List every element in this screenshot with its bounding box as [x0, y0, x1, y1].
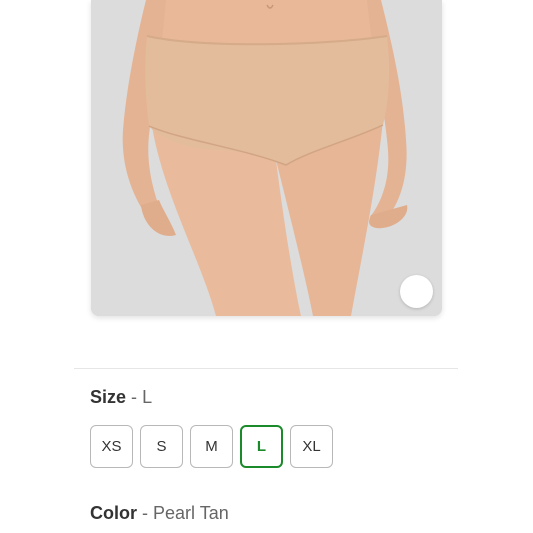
- product-photo-illustration: [91, 0, 442, 316]
- size-option-s[interactable]: S: [140, 425, 183, 468]
- size-option-m[interactable]: M: [190, 425, 233, 468]
- size-option-l[interactable]: L: [240, 425, 283, 468]
- product-image[interactable]: [91, 0, 442, 316]
- size-separator: -: [131, 387, 138, 407]
- color-separator: -: [142, 503, 149, 523]
- color-heading: Color - Pearl Tan: [90, 502, 229, 524]
- selected-color-value: Pearl Tan: [153, 503, 229, 523]
- section-divider: [74, 368, 458, 369]
- image-view-button[interactable]: [400, 275, 433, 308]
- color-label: Color: [90, 503, 137, 523]
- size-heading: Size - L: [90, 386, 152, 408]
- product-detail-page: Size - L XS S M L XL Color - Pearl Tan: [0, 0, 533, 533]
- size-label: Size: [90, 387, 127, 407]
- size-options: XS S M L XL: [90, 425, 333, 468]
- size-option-xs[interactable]: XS: [90, 425, 133, 468]
- selected-size-value: L: [142, 387, 153, 407]
- size-option-xl[interactable]: XL: [290, 425, 333, 468]
